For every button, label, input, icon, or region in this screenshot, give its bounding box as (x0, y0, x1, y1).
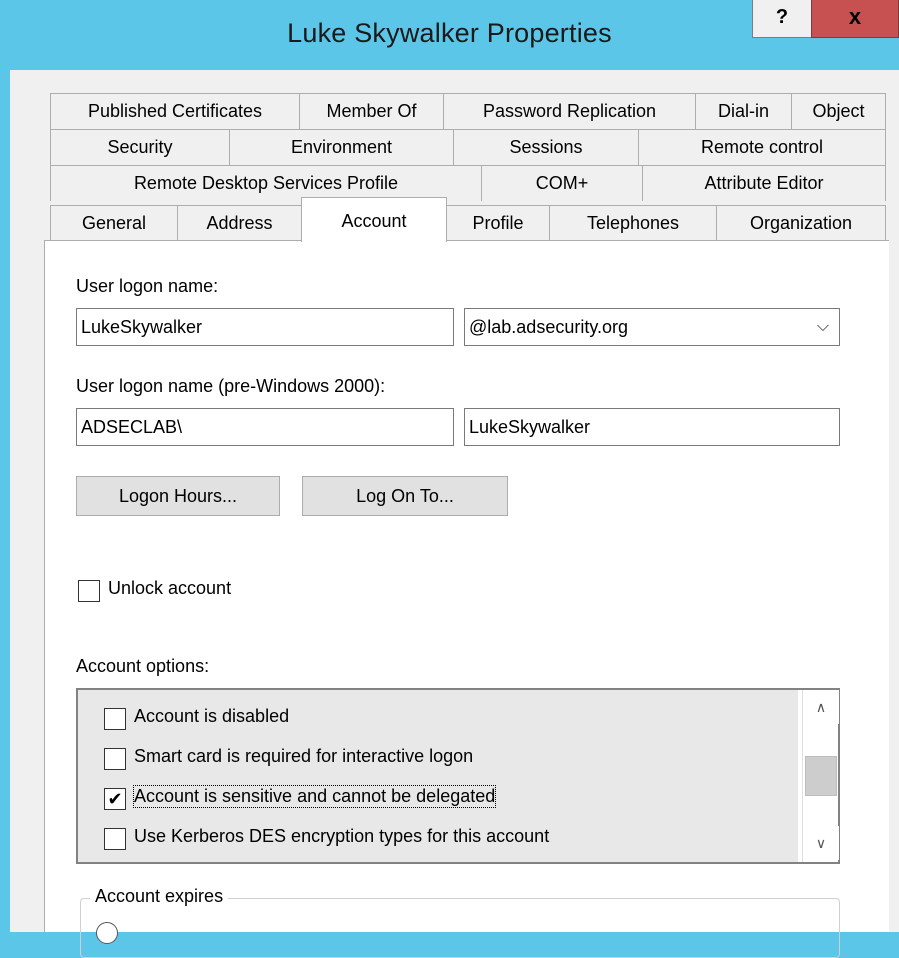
logon-hours-button[interactable]: Logon Hours... (76, 476, 280, 516)
upn-suffix-value: @lab.adsecurity.org (469, 317, 629, 337)
tab-remote-control[interactable]: Remote control (638, 129, 886, 165)
never-radio[interactable] (96, 922, 118, 944)
tab-sessions[interactable]: Sessions (453, 129, 639, 165)
unlock-account-label: Unlock account (108, 578, 232, 598)
account-expires-label: Account expires (90, 886, 229, 907)
scroll-thumb[interactable] (805, 756, 837, 796)
tab-profile[interactable]: Profile (446, 205, 550, 241)
account-expires-group (80, 898, 840, 958)
option-checkbox-sensitive-no-delegation[interactable]: ✔ (104, 788, 126, 810)
option-checkbox-account-disabled[interactable] (104, 708, 126, 730)
tab-dial-in[interactable]: Dial-in (695, 93, 792, 129)
tab-account[interactable]: Account (301, 197, 447, 242)
tab-organization[interactable]: Organization (716, 205, 886, 241)
option-label: Smart card is required for interactive l… (134, 746, 474, 766)
user-logon-name-input[interactable]: LukeSkywalker (76, 308, 454, 346)
tab-member-of[interactable]: Member Of (299, 93, 444, 129)
tab-telephones[interactable]: Telephones (549, 205, 717, 241)
pre-windows-2000-domain-input: ADSECLAB\ (76, 408, 454, 446)
chevron-down-icon: ⌵ (816, 318, 829, 335)
tab-remote-desktop-services-profile[interactable]: Remote Desktop Services Profile (50, 165, 482, 201)
scroll-up-arrow-icon[interactable]: ∧ (803, 690, 839, 724)
log-on-to-button[interactable]: Log On To... (302, 476, 508, 516)
tab-attribute-editor[interactable]: Attribute Editor (642, 165, 886, 201)
account-options-list: Account is disabled Smart card is requir… (78, 690, 798, 862)
help-button[interactable]: ? (752, 0, 812, 38)
upn-suffix-select[interactable]: @lab.adsecurity.org ⌵ (464, 308, 840, 346)
option-label: Use Kerberos DES encryption types for th… (134, 826, 550, 846)
tab-address[interactable]: Address (177, 205, 302, 241)
unlock-account-checkbox[interactable] (78, 580, 100, 602)
pre-windows-2000-user-input[interactable]: LukeSkywalker (464, 408, 840, 446)
scroll-down-arrow-icon[interactable]: ∨ (803, 826, 839, 860)
tab-com-plus[interactable]: COM+ (481, 165, 643, 201)
option-checkbox-smart-card[interactable] (104, 748, 126, 770)
option-checkbox-kerberos-des[interactable] (104, 828, 126, 850)
pre-windows-2000-label: User logon name (pre-Windows 2000): (76, 376, 386, 396)
close-button[interactable]: x (811, 0, 899, 38)
option-label: Account is disabled (134, 706, 290, 726)
account-options-listbox[interactable]: Account is disabled Smart card is requir… (76, 688, 840, 864)
tab-security[interactable]: Security (50, 129, 230, 165)
tab-password-replication[interactable]: Password Replication (443, 93, 696, 129)
tab-environment[interactable]: Environment (229, 129, 454, 165)
account-options-label: Account options: (76, 656, 210, 676)
checkmark-icon: ✔ (107, 789, 123, 809)
option-label: Account is sensitive and cannot be deleg… (132, 785, 497, 808)
tab-object[interactable]: Object (791, 93, 886, 129)
tab-published-certificates[interactable]: Published Certificates (50, 93, 300, 129)
user-logon-name-label: User logon name: (76, 276, 219, 296)
tab-general[interactable]: General (50, 205, 178, 241)
title-bar: Luke Skywalker Properties ? x (0, 0, 899, 70)
options-scrollbar[interactable]: ∧ ∨ (802, 690, 839, 862)
